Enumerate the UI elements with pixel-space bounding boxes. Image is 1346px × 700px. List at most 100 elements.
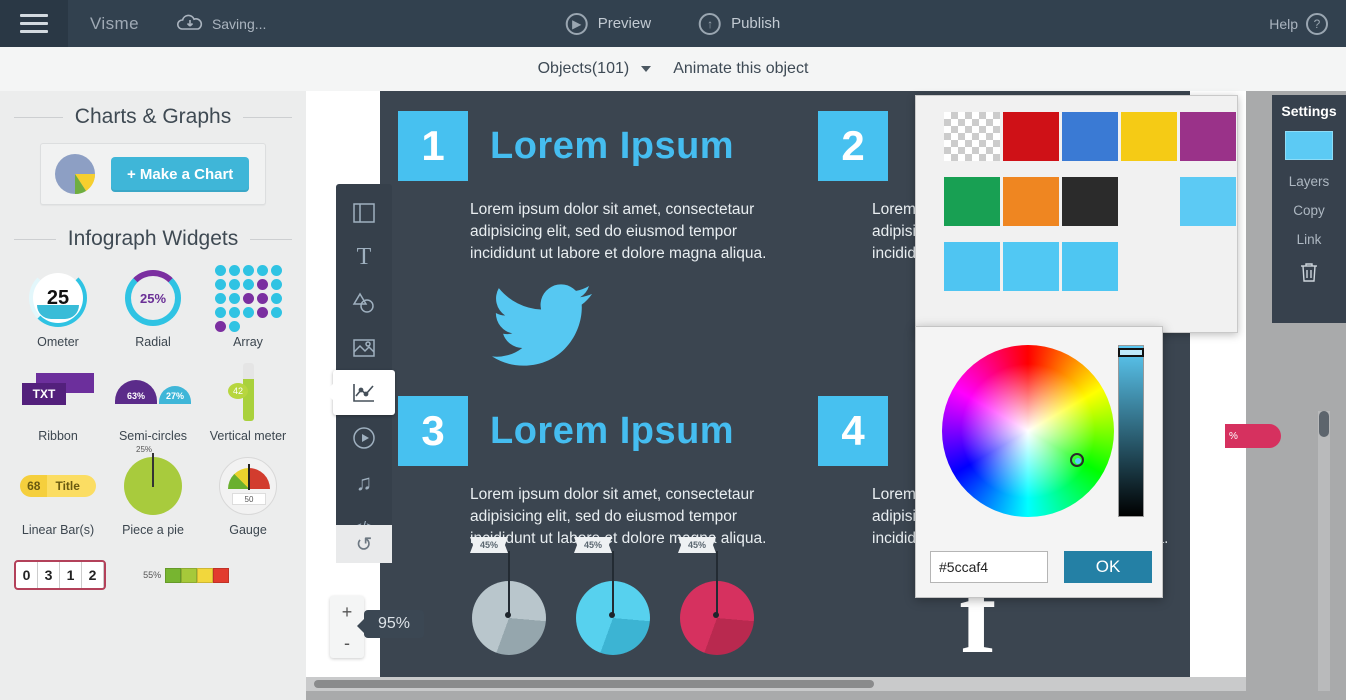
object-bar: Objects(101) Animate this object (0, 47, 1346, 91)
widget-semicircles[interactable]: 63% 27% Semi-circles (109, 357, 197, 443)
section-heading: Lorem Ipsum (490, 409, 735, 452)
pie-chart-item[interactable]: 45% (574, 537, 650, 655)
audio-icon[interactable]: ♫ (336, 460, 392, 505)
scrollbar-thumb[interactable] (314, 680, 874, 688)
publish-button[interactable]: ↑ Publish (699, 12, 780, 35)
palette-swatch-grid (944, 112, 1237, 307)
swatch-light-blue-2[interactable] (944, 242, 1000, 291)
hamburger-icon (20, 9, 48, 38)
widget-ometer[interactable]: 25 Ometer (14, 263, 102, 349)
widgets-section-header: Infograph Widgets (0, 227, 306, 251)
swatch-purple[interactable] (1180, 112, 1236, 161)
widget-vertical-meter[interactable]: 42 Vertical meter (204, 357, 292, 443)
objects-count-label[interactable]: Objects(101) (538, 60, 630, 78)
help-button[interactable]: Help ? (1269, 12, 1328, 35)
pie-label: 45% (574, 537, 613, 553)
pie-center-dot (713, 612, 719, 618)
charts-section-label: Charts & Graphs (74, 105, 232, 128)
shapes-icon[interactable] (336, 280, 392, 325)
widget-ribbon[interactable]: TXT Ribbon (14, 357, 102, 443)
color-wheel[interactable] (942, 345, 1114, 517)
widget-label: Radial (135, 335, 171, 349)
widget-label: Gauge (229, 523, 267, 537)
ok-button[interactable]: OK (1064, 551, 1152, 583)
widget-radial[interactable]: 25% Radial (109, 263, 197, 349)
widget-counter[interactable]: 0 3 1 2 (14, 555, 143, 595)
play-circle-icon: ▶ (565, 12, 588, 35)
section-header-3-wrap: 3 Lorem Ipsum Lorem ipsum dolor sit amet… (398, 396, 790, 550)
divider-line (250, 238, 292, 240)
preview-button[interactable]: ▶ Preview (565, 12, 651, 35)
color-wheel-cursor[interactable] (1070, 453, 1084, 467)
scrollbar-thumb[interactable] (1319, 411, 1329, 437)
animate-object-button[interactable]: Animate this object (673, 60, 808, 78)
trash-icon[interactable] (1272, 261, 1346, 289)
swatch-light-blue-4[interactable] (1062, 242, 1118, 291)
canvas-horizontal-scrollbar[interactable] (306, 677, 1246, 691)
pie-center-dot (609, 612, 615, 618)
widget-piece-a-pie[interactable]: 25% Piece a pie (109, 445, 197, 537)
pie-label: 45% (470, 537, 509, 553)
ometer-value: 25 (46, 286, 70, 309)
cloud-save-icon (176, 14, 202, 30)
layout-icon[interactable] (336, 190, 392, 235)
linbar-value: 68 (20, 475, 48, 497)
pie-label: 45% (678, 537, 717, 553)
vmeter-value: 42 (228, 383, 248, 399)
settings-item-link[interactable]: Link (1272, 232, 1346, 247)
swatch-dark[interactable] (1062, 177, 1118, 226)
section-header-3[interactable]: 3 Lorem Ipsum (398, 396, 790, 466)
swatch-blue[interactable] (1062, 112, 1118, 161)
widget-segmented-bar[interactable]: 55% (143, 555, 292, 595)
piece-a-pie-widget-icon: 25% (109, 445, 197, 521)
image-icon[interactable] (336, 325, 392, 370)
make-chart-button[interactable]: + Make a Chart (111, 156, 250, 192)
pie-chart-item[interactable]: 45% (470, 537, 546, 655)
pie-chart-item[interactable]: 45% (678, 537, 754, 655)
widget-gauge[interactable]: 50 Gauge (204, 451, 292, 537)
settings-color-swatch[interactable] (1285, 131, 1333, 160)
widget-row: 25 Ometer 25% Radial Array (14, 263, 292, 349)
swatch-light-blue[interactable] (1180, 177, 1236, 226)
pie-stem (508, 551, 510, 613)
color-picker-popup[interactable]: OK (915, 326, 1163, 598)
canvas-vertical-scrollbar[interactable] (1318, 411, 1330, 691)
section-header-1[interactable]: 1 Lorem Ipsum (398, 111, 800, 181)
text-icon[interactable]: T (336, 235, 392, 280)
video-icon[interactable] (336, 415, 392, 460)
swatch-red[interactable] (1003, 112, 1059, 161)
swatch-orange[interactable] (1003, 177, 1059, 226)
widget-array[interactable]: Array (204, 263, 292, 349)
brightness-slider-knob[interactable] (1118, 348, 1144, 357)
tool-rail: T ♫ </> (324, 184, 395, 556)
swatch-yellow[interactable] (1121, 112, 1177, 161)
gauge-value: 50 (232, 493, 266, 505)
make-chart-card[interactable]: + Make a Chart (40, 143, 266, 205)
chart-icon[interactable] (324, 370, 395, 415)
zoom-in-button[interactable]: + (342, 603, 353, 621)
widget-row: 0 3 1 2 55% (14, 555, 292, 595)
pie-chart-group: 45% 45% 45% (470, 537, 754, 655)
saving-label: Saving... (211, 15, 267, 32)
chevron-down-icon[interactable] (641, 66, 652, 72)
twitter-bird-icon[interactable] (482, 275, 800, 391)
settings-item-layers[interactable]: Layers (1272, 174, 1346, 189)
undo-button[interactable]: ↺ (336, 525, 392, 563)
settings-item-copy[interactable]: Copy (1272, 203, 1346, 218)
settings-panel: Settings Layers Copy Link (1272, 95, 1346, 323)
swatch-light-blue-3[interactable] (1003, 242, 1059, 291)
color-palette-popup[interactable] (915, 95, 1238, 333)
brightness-slider[interactable] (1118, 345, 1144, 517)
divider-line (14, 238, 56, 240)
widget-row: 68 Title Linear Bar(s) 25% Piece a pie 5… (14, 445, 292, 537)
hex-value-input[interactable] (930, 551, 1048, 583)
zoom-out-button[interactable]: - (344, 634, 350, 652)
app-brand: Visme (90, 13, 139, 33)
swatch-transparent[interactable] (944, 112, 1000, 161)
widget-linear-bars[interactable]: 68 Title Linear Bar(s) (14, 451, 102, 537)
divider-line (243, 116, 292, 118)
widget-label: Array (233, 335, 263, 349)
hamburger-menu-button[interactable] (0, 0, 68, 47)
swatch-green[interactable] (944, 177, 1000, 226)
pink-ribbon-widget[interactable]: % (1225, 424, 1281, 448)
